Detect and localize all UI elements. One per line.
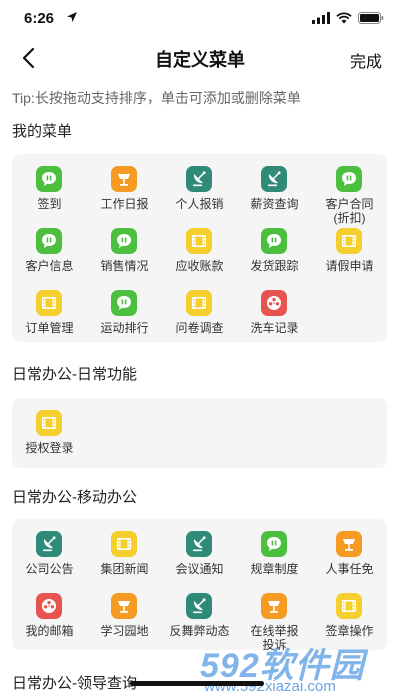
section-title-leader-query: 日常办公-领导查询 [12,675,137,692]
signal-icon [312,12,330,24]
page-title: 自定义菜单 [155,50,245,70]
menu-item[interactable]: 洗车记录 [237,290,312,346]
menu-item[interactable]: 订单管理 [12,290,87,346]
menu-item-label: 薪资查询 [250,197,299,211]
menu-item-label: 应收账款 [175,259,224,273]
chat-bubble-icon [111,290,137,316]
menu-item-label: 客户合同 (折扣) [325,197,374,225]
menu-item[interactable]: 学习园地 [87,593,162,649]
status-bar: 6:26 [0,0,400,36]
menu-item-label: 签到 [37,197,62,211]
satellite-dish-icon [36,531,62,557]
menu-item[interactable]: 工作日报 [87,166,162,222]
tip-text: Tip:长按拖动支持排序，单击可添加或删除菜单 [12,90,301,106]
film-icon [186,228,212,254]
lamp-icon [336,531,362,557]
battery-icon [358,12,384,24]
menu-item[interactable]: 公司公告 [12,531,87,587]
menu-item-label: 发货跟踪 [250,259,299,273]
home-indicator[interactable] [130,681,264,686]
menu-item[interactable]: 问卷调查 [162,290,237,346]
menu-item-label: 规章制度 [250,562,299,576]
location-arrow-icon [67,12,77,22]
menu-item[interactable]: 请假申请 [312,228,387,284]
menu-item-label: 公司公告 [25,562,74,576]
card-my-menu: 签到 工作日报 个人报销 薪资查询 客户合同 (折扣) 客户信息 销售情况 应收账款 发货跟踪 请假… [12,154,387,342]
menu-item-label: 个人报销 [175,197,224,211]
reel-icon [36,593,62,619]
wifi-icon [336,12,352,24]
film-icon [111,531,137,557]
chat-bubble-icon [261,228,287,254]
chat-bubble-icon [261,531,287,557]
menu-item-label: 订单管理 [25,321,74,335]
chat-bubble-icon [336,166,362,192]
menu-item[interactable]: 客户合同 (折扣) [312,166,387,225]
lamp-icon [111,166,137,192]
menu-item[interactable]: 客户信息 [12,228,87,284]
watermark: 592软件园 www.592xiazai.com [196,638,394,696]
film-icon [336,228,362,254]
status-indicators [312,11,384,25]
menu-item[interactable]: 签到 [12,166,87,222]
done-button[interactable]: 完成 [350,48,382,72]
chat-bubble-icon [36,228,62,254]
film-icon [36,290,62,316]
menu-item-label: 人事任免 [325,562,374,576]
lamp-icon [261,593,287,619]
reel-icon [261,290,287,316]
film-icon [336,593,362,619]
chat-bubble-icon [36,166,62,192]
lamp-icon [111,593,137,619]
menu-item-label: 运动排行 [100,321,149,335]
chat-bubble-icon [111,228,137,254]
menu-item-label: 客户信息 [25,259,74,273]
card-daily-functions: 授权登录 [12,398,387,468]
menu-item[interactable]: 集团新闻 [87,531,162,587]
menu-item[interactable]: 薪资查询 [237,166,312,222]
menu-item[interactable]: 销售情况 [87,228,162,284]
menu-item-label: 请假申请 [325,259,374,273]
card-mobile-office: 公司公告 集团新闻 会议通知 规章制度 人事任免 我的邮箱 学习园地 反舞弊动态 在线举报 投诉签… [12,519,387,652]
satellite-dish-icon [261,166,287,192]
menu-item-label: 授权登录 [25,441,74,455]
menu-item[interactable]: 个人报销 [162,166,237,222]
menu-item[interactable]: 发货跟踪 [237,228,312,284]
menu-item[interactable]: 授权登录 [12,410,87,466]
menu-item[interactable]: 我的邮箱 [12,593,87,649]
menu-item[interactable]: 应收账款 [162,228,237,284]
film-icon [186,290,212,316]
menu-item-label: 销售情况 [100,259,149,273]
menu-item-label: 问卷调查 [175,321,224,335]
film-icon [36,410,62,436]
menu-item[interactable]: 规章制度 [237,531,312,587]
satellite-dish-icon [186,531,212,557]
menu-item-label: 我的邮箱 [25,624,74,638]
menu-item[interactable]: 会议通知 [162,531,237,587]
menu-item[interactable]: 人事任免 [312,531,387,587]
status-time: 6:26 [24,10,55,27]
menu-item-label: 洗车记录 [250,321,299,335]
menu-item-label: 签章操作 [325,624,374,638]
satellite-dish-icon [186,593,212,619]
satellite-dish-icon [186,166,212,192]
section-title-my-menu: 我的菜单 [12,123,73,140]
menu-item-label: 工作日报 [100,197,149,211]
nav-bar: 自定义菜单 完成 [0,36,400,80]
section-title-daily-functions: 日常办公-日常功能 [12,366,137,383]
section-title-mobile-office: 日常办公-移动办公 [12,489,137,506]
menu-item-label: 反舞弊动态 [169,624,230,638]
menu-item-label: 集团新闻 [100,562,149,576]
menu-item-label: 学习园地 [100,624,149,638]
menu-item-label: 会议通知 [175,562,224,576]
menu-item[interactable]: 运动排行 [87,290,162,346]
